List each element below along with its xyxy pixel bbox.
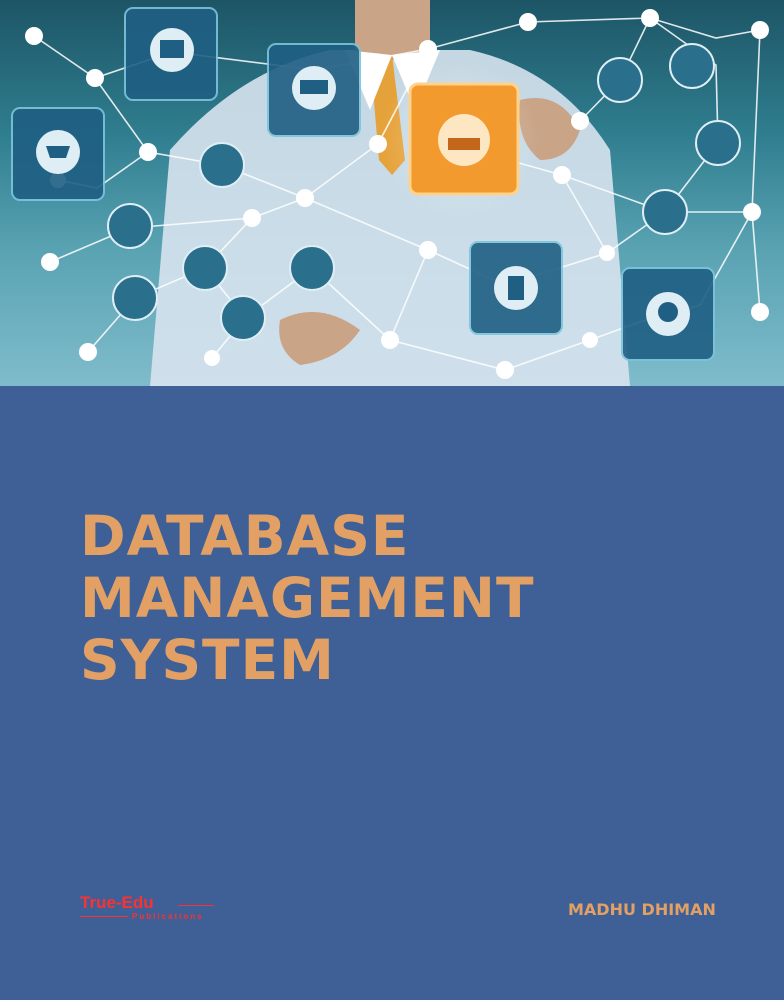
lab-tubes-icon (597, 57, 643, 103)
pills-icon (289, 245, 335, 291)
ambulance-icon (267, 43, 361, 137)
medicine-bottle-icon (469, 241, 563, 335)
publisher-name: True-Edu (80, 893, 154, 912)
logo-rule-bottom (80, 916, 128, 917)
shop-icon (124, 7, 218, 101)
logo-rule-top (178, 905, 214, 906)
test-tube-icon (107, 203, 153, 249)
cover-illustration (0, 0, 784, 386)
brain-head-icon (621, 267, 715, 361)
title-line-1: DATABASE (80, 504, 410, 568)
target-icon (199, 142, 245, 188)
network-illustration (11, 0, 769, 386)
title-line-2: MANAGEMENT (80, 566, 535, 630)
cloud-data-icon (112, 275, 158, 321)
flask-icon (220, 295, 266, 341)
document-icon (695, 120, 741, 166)
analytics-chart-icon (642, 189, 688, 235)
factory-robot-icon (408, 82, 520, 196)
title-line-3: SYSTEM (80, 628, 335, 692)
book-cover: DATABASE MANAGEMENT SYSTEM True-Edu Publ… (0, 0, 784, 1000)
shopping-cart-icon (11, 107, 105, 201)
publisher-logo: True-Edu Publications (80, 893, 220, 925)
book-title: DATABASE MANAGEMENT SYSTEM (80, 505, 534, 691)
brain-circuit-icon (182, 245, 228, 291)
author-name: MADHU DHIMAN (568, 900, 716, 919)
publisher-subtitle: Publications (132, 912, 204, 921)
team-icon (669, 43, 715, 89)
